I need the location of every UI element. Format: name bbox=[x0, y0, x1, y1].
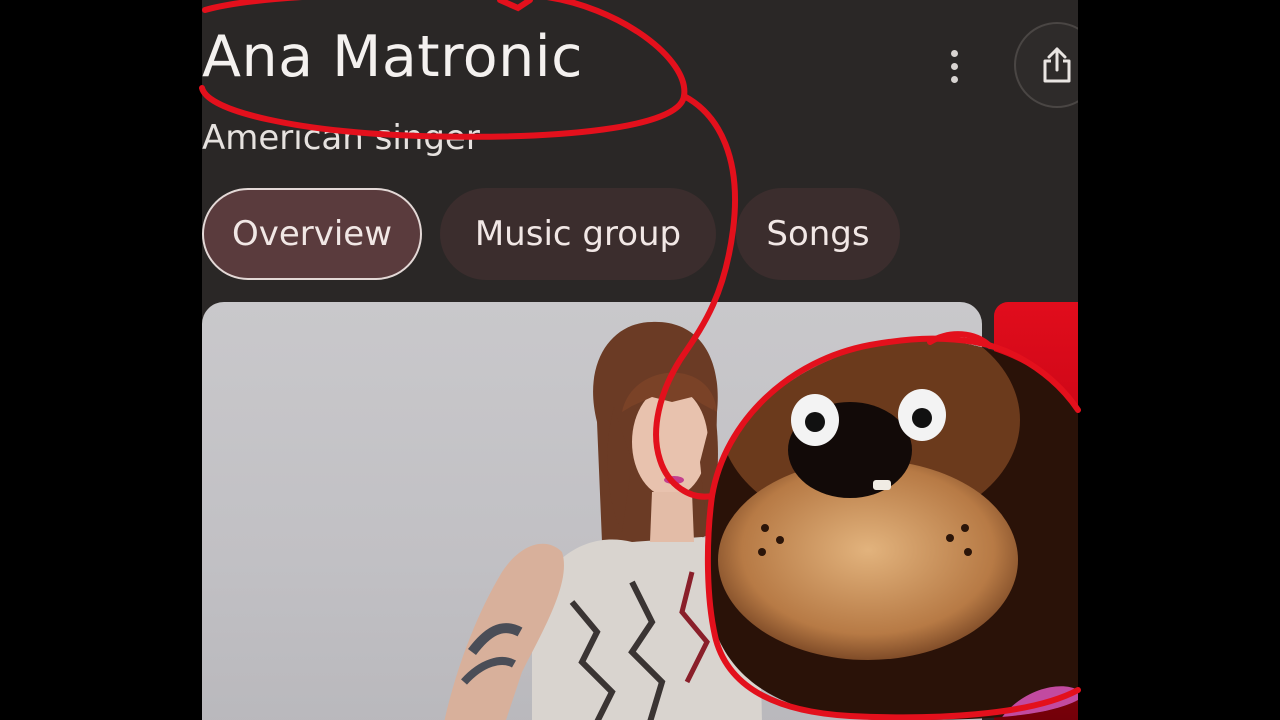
tab-overview[interactable]: Overview bbox=[202, 188, 422, 280]
more-vertical-icon bbox=[950, 49, 958, 57]
entity-tabs: Overview Music group Songs bbox=[202, 188, 1078, 280]
tab-songs[interactable]: Songs bbox=[736, 188, 900, 280]
entity-title: Ana Matronic bbox=[202, 24, 583, 90]
more-options-button[interactable] bbox=[930, 40, 978, 92]
entity-photo-secondary[interactable] bbox=[994, 302, 1078, 720]
share-icon bbox=[1043, 47, 1071, 83]
more-vertical-icon-dot bbox=[950, 62, 958, 70]
entity-subtitle: American singer bbox=[202, 118, 480, 158]
share-button[interactable] bbox=[1014, 22, 1078, 108]
person-photo-illustration bbox=[444, 321, 762, 720]
tab-music-group[interactable]: Music group bbox=[440, 188, 716, 280]
more-vertical-icon-dot bbox=[950, 75, 958, 83]
entity-photo[interactable] bbox=[202, 302, 982, 720]
search-result-screen: Ana Matronic American singer Overview Mu… bbox=[202, 0, 1078, 720]
